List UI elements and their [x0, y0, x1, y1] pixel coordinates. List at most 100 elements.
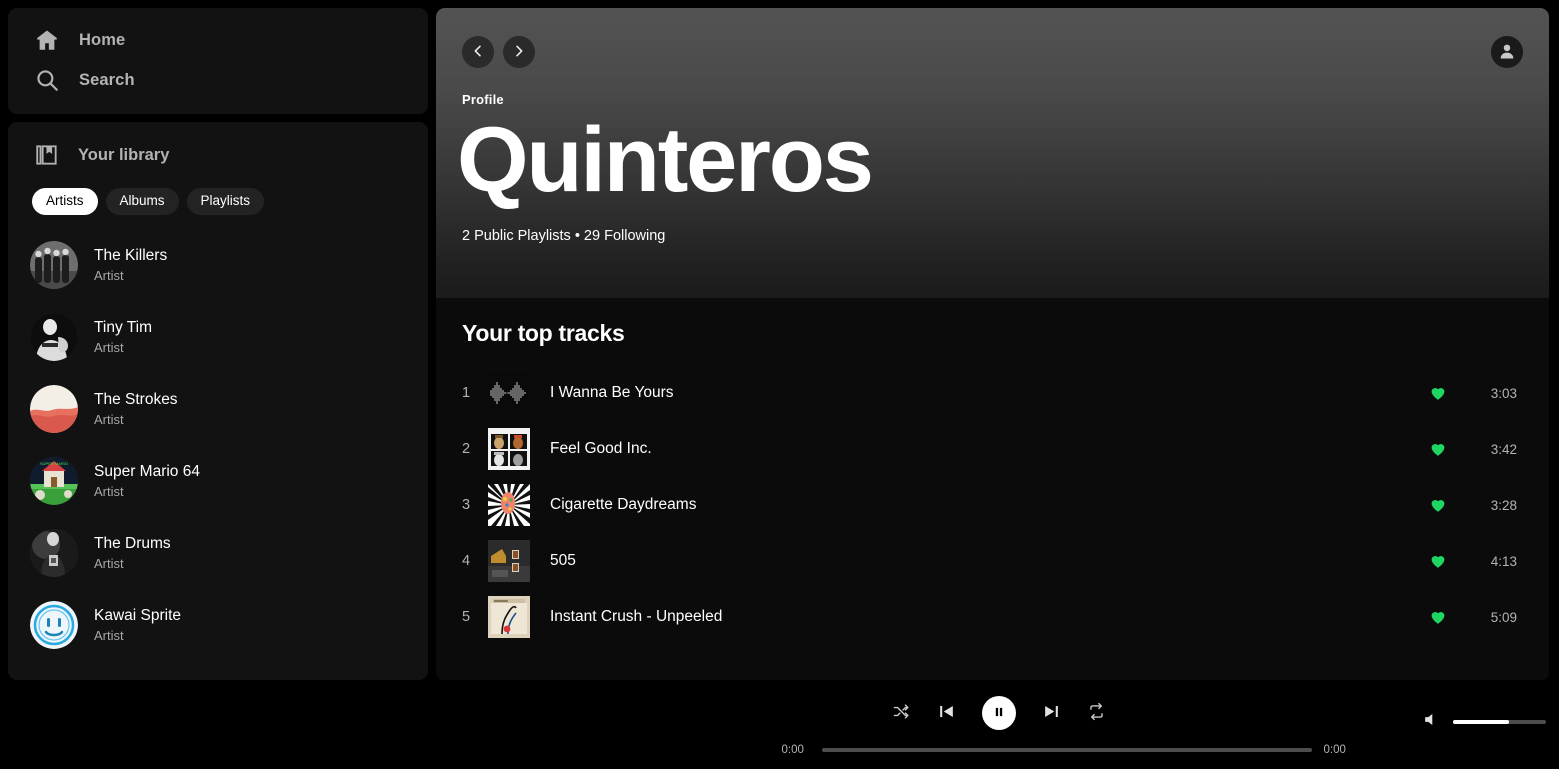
album-art [488, 540, 530, 582]
track-index: 1 [462, 385, 471, 401]
search-icon [34, 67, 60, 93]
profile-stats: 2 Public Playlists • 29 Following [462, 227, 666, 244]
avatar: SUPER MARIO [30, 456, 78, 505]
remaining-time: 0:00 [1323, 744, 1346, 756]
track-duration: 3:28 [1490, 497, 1517, 513]
track-duration: 3:42 [1490, 441, 1517, 457]
track-index: 5 [462, 609, 471, 625]
account-button[interactable] [1491, 36, 1523, 68]
pause-icon [992, 705, 1006, 722]
track-index: 3 [462, 497, 471, 513]
page-title: Quinteros [457, 109, 874, 211]
shuffle-button[interactable] [892, 702, 911, 724]
list-item-subtitle: Artist [94, 483, 124, 499]
list-item-subtitle: Artist [94, 339, 124, 355]
home-icon [34, 27, 60, 53]
your-library-header[interactable]: Your library [8, 122, 428, 180]
track-duration: 5:09 [1490, 609, 1517, 625]
avatar [30, 528, 78, 577]
sidebar: Home Search Your library Artists Albums … [8, 8, 428, 769]
list-item[interactable]: The Killers Artist [20, 229, 420, 301]
heart-icon [1431, 444, 1445, 456]
next-button[interactable] [1042, 702, 1061, 724]
list-item-meta: Super Mario 64 Artist [94, 463, 200, 499]
track-title: 505 [550, 552, 576, 569]
profile-hero-body: Profile Quinteros 2 Public Playlists • 2… [436, 72, 1549, 244]
volume-fill [1453, 720, 1509, 724]
seek-slider[interactable] [821, 748, 1312, 752]
like-button[interactable] [1415, 384, 1461, 402]
like-button[interactable] [1415, 496, 1461, 514]
profile-kicker: Profile [462, 92, 504, 107]
list-item-title: Kawai Sprite [94, 606, 182, 624]
your-library-label: Your library [78, 145, 170, 164]
avatar [30, 312, 78, 361]
track-duration: 3:03 [1490, 385, 1517, 401]
skip-previous-icon [937, 702, 956, 724]
history-nav [462, 36, 535, 68]
library-artist-list[interactable]: The Killers Artist Tiny Tim Artist The S… [8, 225, 428, 681]
table-row[interactable]: 2 Feel Good Inc. 3:42 [462, 421, 1523, 477]
chevron-left-icon [470, 43, 486, 62]
track-index: 4 [462, 553, 471, 569]
list-item-title: The Killers [94, 246, 168, 264]
list-item[interactable]: SUPER MARIO Super Mario 64 Artist [20, 445, 420, 517]
elapsed-time: 0:00 [781, 744, 804, 756]
filter-chip-playlists[interactable]: Playlists [186, 188, 265, 215]
filter-chip-albums[interactable]: Albums [105, 188, 179, 215]
track-title: Feel Good Inc. [550, 440, 652, 457]
table-row[interactable]: 1 I Wanna Be Yours 3:03 [462, 365, 1523, 421]
spotify-app-window: Home Search Your library Artists Albums … [0, 0, 1559, 769]
list-item[interactable]: The Drums Artist [20, 517, 420, 589]
list-item-title: Tiny Tim [94, 318, 152, 336]
previous-button[interactable] [937, 702, 956, 724]
sidebar-item-home[interactable]: Home [8, 20, 428, 60]
list-item-meta: The Strokes Artist [94, 391, 178, 427]
sidebar-item-search[interactable]: Search [8, 60, 428, 100]
library-filter-chips: Artists Albums Playlists [8, 180, 428, 225]
track-title: Cigarette Daydreams [550, 496, 697, 513]
sidebar-item-home-label: Home [79, 30, 126, 49]
table-row[interactable]: 5 Instant Crush - Unpeeled 5:09 [462, 589, 1523, 645]
list-item-subtitle: Artist [94, 627, 124, 643]
table-row[interactable]: 4 505 4:13 [462, 533, 1523, 589]
like-button[interactable] [1415, 552, 1461, 570]
filter-chip-artists[interactable]: Artists [32, 188, 98, 215]
forward-button[interactable] [503, 36, 535, 68]
main-scroll-container[interactable]: Profile Quinteros 2 Public Playlists • 2… [436, 8, 1549, 681]
main-content: Profile Quinteros 2 Public Playlists • 2… [436, 8, 1549, 769]
track-title: I Wanna Be Yours [550, 384, 674, 401]
shuffle-icon [892, 702, 911, 724]
profile-hero: Profile Quinteros 2 Public Playlists • 2… [436, 8, 1549, 298]
repeat-button[interactable] [1087, 702, 1106, 724]
list-item-subtitle: Artist [94, 267, 124, 283]
heart-icon [1431, 612, 1445, 624]
svg-text:SUPER MARIO: SUPER MARIO [40, 461, 68, 466]
volume-icon[interactable] [1422, 710, 1441, 734]
volume-slider[interactable] [1453, 720, 1546, 724]
play-pause-button[interactable] [981, 696, 1016, 730]
back-button[interactable] [462, 36, 494, 68]
sidebar-item-search-label: Search [79, 70, 135, 89]
heart-icon [1431, 556, 1445, 568]
playback-controls [438, 680, 1559, 730]
list-item-subtitle: Artist [94, 411, 124, 427]
list-item[interactable]: The Strokes Artist [20, 373, 420, 445]
list-item-title: Super Mario 64 [94, 462, 200, 480]
top-tracks-section: Your top tracks 1 I Wanna Be Yours 3:03 … [436, 298, 1549, 681]
list-item[interactable]: Tiny Tim Artist [20, 301, 420, 373]
avatar [30, 240, 78, 289]
list-item-meta: The Killers Artist [94, 247, 167, 283]
repeat-icon [1087, 702, 1106, 724]
avatar [30, 600, 78, 649]
primary-nav-panel: Home Search [8, 8, 428, 114]
list-item[interactable]: Kawai Sprite Artist [20, 589, 420, 661]
heart-icon [1431, 500, 1445, 512]
list-item-title: The Drums [94, 534, 171, 552]
like-button[interactable] [1415, 608, 1461, 626]
like-button[interactable] [1415, 440, 1461, 458]
avatar [30, 384, 78, 433]
table-row[interactable]: 3 Cigarette Daydreams 3:28 [462, 477, 1523, 533]
list-item-title: The Strokes [94, 390, 178, 408]
skip-next-icon [1042, 702, 1061, 724]
